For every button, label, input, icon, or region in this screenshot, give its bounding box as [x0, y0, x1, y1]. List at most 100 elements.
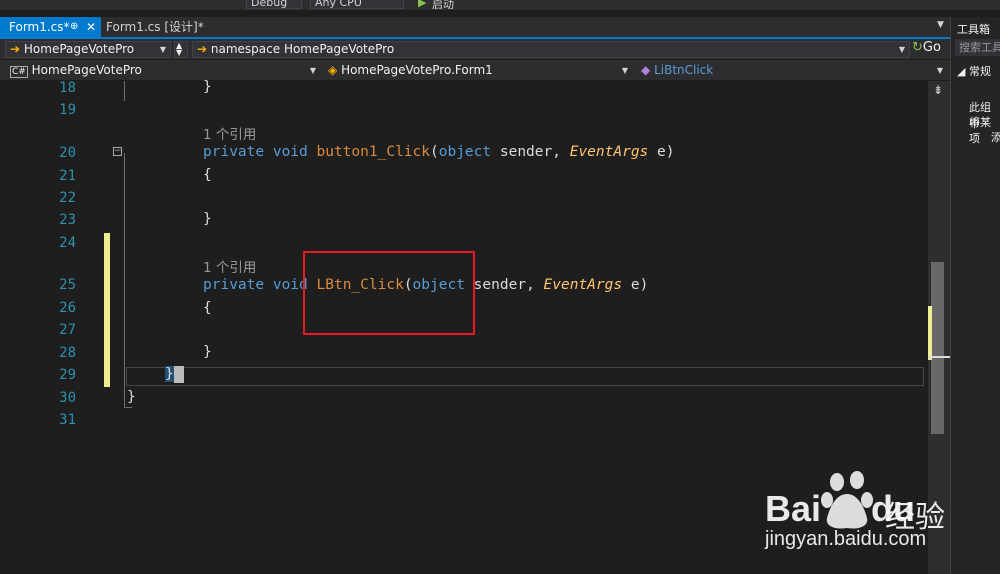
start-button[interactable]: 启动: [432, 0, 454, 10]
navigation-bar-2: C# HomePageVotePro ▼ ◈ HomePageVotePro.F…: [0, 60, 950, 80]
toolbox-search-input[interactable]: 搜索工具: [955, 39, 1000, 56]
main-toolbar: Debug Any CPU ▶ 启动: [0, 0, 1000, 10]
go-label: Go: [922, 40, 941, 55]
keyword: private: [203, 144, 265, 160]
collapse-icon[interactable]: −: [113, 147, 122, 156]
class-combo-label: HomePageVotePro.Form1: [341, 63, 493, 77]
line-number: 27: [59, 322, 76, 338]
code-line: }: [203, 79, 212, 95]
brace: }: [203, 344, 212, 360]
csharp-icon: C#: [10, 66, 28, 78]
code-line: }: [165, 366, 184, 383]
parameter: sender: [499, 144, 553, 160]
arrow-right-icon: ➔: [10, 42, 21, 56]
pin-icon[interactable]: ⊕: [70, 17, 78, 37]
chevron-down-icon: ▼: [936, 66, 943, 75]
class-combo[interactable]: ◈ HomePageVotePro.Form1 ▼: [323, 62, 633, 79]
tab-list-chevron-icon[interactable]: ▼: [937, 20, 944, 30]
line-number: 31: [59, 412, 76, 428]
start-icon[interactable]: ▶: [418, 0, 426, 9]
parameter: e: [630, 277, 640, 293]
code-line: }: [127, 389, 136, 405]
caret-position-marker: [928, 356, 950, 358]
code-line: private void button1_Click(object sender…: [203, 144, 675, 160]
project-combo[interactable]: ➔ HomePageVotePro ▼: [5, 41, 171, 58]
keyword: void: [272, 144, 308, 160]
line-number: 20: [59, 145, 76, 161]
watermark-brand-part1: Bai: [765, 488, 822, 529]
method-name: button1_Click: [316, 144, 431, 160]
codelens-reference[interactable]: 1 个引用: [203, 123, 256, 143]
line-number: 18: [59, 80, 76, 96]
highlight-box: [303, 251, 475, 335]
namespace-combo[interactable]: ➔ namespace HomePageVotePro ▼: [192, 41, 910, 58]
namespace-combo-label: namespace HomePageVotePro: [210, 42, 395, 56]
chevron-down-icon: ▼: [898, 45, 905, 54]
chevron-down-icon: ▼: [309, 66, 316, 75]
keyword: private: [203, 277, 265, 293]
type-name: EventArgs: [569, 144, 649, 160]
go-icon: ↻: [912, 40, 923, 55]
change-marker: [928, 306, 932, 360]
navigation-bar-1: ➔ HomePageVotePro ▼ ▲ ▼ ➔ namespace HomeP…: [0, 39, 950, 59]
splitter-spinner[interactable]: ▲ ▼: [174, 41, 188, 58]
brace: }: [203, 211, 212, 227]
tab-label: Form1.cs*: [9, 20, 70, 34]
outline-guide-end: [124, 407, 132, 408]
config-dropdown[interactable]: Debug: [246, 0, 302, 9]
document-tab-bar: Form1.cs* ⊕ ✕ Form1.cs [设计]*: [0, 17, 950, 39]
chevron-down-icon: ▼: [621, 66, 628, 75]
toolbox-empty-text-3: 添: [991, 129, 1000, 145]
text-cursor: [173, 366, 184, 383]
project-member-combo[interactable]: C# HomePageVotePro ▼: [5, 62, 321, 79]
line-number: 28: [59, 345, 76, 361]
member-combo-label: LiBtnClick: [654, 63, 714, 77]
code-line: {: [203, 300, 212, 316]
brace: }: [127, 389, 136, 405]
code-line: {: [203, 167, 212, 183]
outline-guide: [124, 153, 125, 407]
arrow-right-icon: ➔: [197, 42, 208, 56]
line-number: 30: [59, 390, 76, 406]
toolbox-section-label: 常规: [968, 65, 991, 78]
split-icon[interactable]: ⇟: [933, 83, 943, 97]
line-number: 21: [59, 168, 76, 184]
line-number: 26: [59, 300, 76, 316]
line-number: 23: [59, 212, 76, 228]
line-number: 24: [59, 235, 76, 251]
tab-form1-designer[interactable]: Form1.cs [设计]*: [101, 17, 211, 37]
brace: }: [203, 79, 212, 95]
parameter: e: [657, 144, 666, 160]
code-line: }: [203, 211, 212, 227]
codelens-reference[interactable]: 1 个引用: [203, 256, 256, 276]
method-icon: ◆: [641, 63, 651, 77]
class-icon: ◈: [328, 63, 338, 77]
platform-dropdown[interactable]: Any CPU: [310, 0, 404, 9]
platform-label: Any CPU: [315, 0, 362, 9]
type-name: EventArgs: [543, 277, 623, 293]
current-line-highlight: [126, 367, 924, 386]
close-icon[interactable]: ✕: [86, 17, 96, 37]
change-marker: [104, 233, 110, 387]
nav2-project-label: HomePageVotePro: [31, 63, 142, 77]
brace: {: [203, 167, 212, 183]
member-combo[interactable]: ◆ LiBtnClick ▼: [636, 62, 948, 79]
chevron-down-icon: ▼: [159, 45, 166, 54]
toolbox-title: 工具箱: [957, 23, 990, 36]
project-combo-label: HomePageVotePro: [23, 42, 135, 56]
config-label: Debug: [251, 0, 288, 9]
go-button[interactable]: ↻Go: [912, 40, 941, 58]
scrollbar-thumb[interactable]: [931, 262, 944, 434]
toolbox-section-general[interactable]: ◢ 常规: [957, 63, 991, 79]
brace: {: [203, 300, 212, 316]
baidu-watermark: Bai du 经验 jingyan.baidu.com: [765, 470, 995, 550]
tab-label: Form1.cs [设计]*: [106, 20, 204, 34]
line-number: 22: [59, 190, 76, 206]
line-number: 25: [59, 277, 76, 293]
outline-guide: [124, 81, 125, 101]
watermark-url: jingyan.baidu.com: [765, 528, 927, 550]
parameter: sender: [473, 277, 527, 293]
tab-form1-cs[interactable]: Form1.cs* ⊕ ✕: [0, 17, 101, 37]
code-line: }: [203, 344, 212, 360]
brace-match: }: [165, 366, 174, 382]
